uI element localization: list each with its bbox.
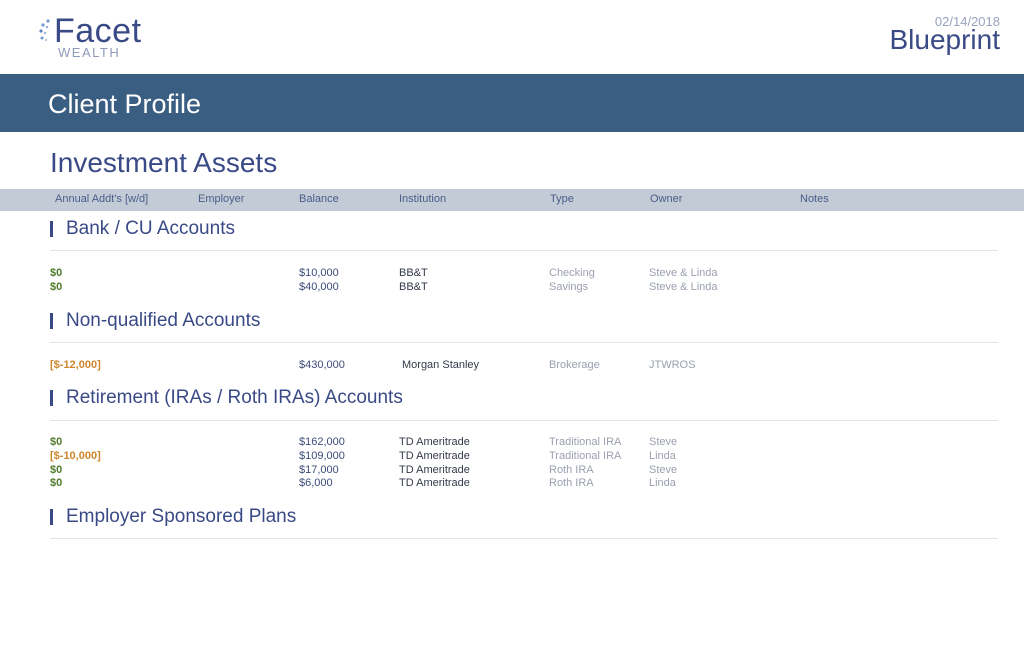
column-employer: Employer <box>198 193 245 205</box>
column-type: Type <box>550 193 574 205</box>
document-title: Blueprint <box>889 24 1000 55</box>
balance-value: $40,000 <box>299 281 339 293</box>
group-divider <box>50 538 998 539</box>
annual-addt-value: [$-12,000] <box>50 359 101 371</box>
column-owner: Owner <box>650 193 683 205</box>
owner-value: Steve & Linda <box>649 267 718 279</box>
group-divider <box>50 420 998 421</box>
type-value: Traditional IRA <box>549 450 622 462</box>
group-divider <box>50 342 998 343</box>
group-title: Non-qualified Accounts <box>66 310 261 331</box>
institution-value: TD Ameritrade <box>399 464 470 476</box>
balance-value: $17,000 <box>299 464 339 476</box>
owner-value: Steve <box>649 464 678 476</box>
section-title: Investment Assets <box>50 147 278 178</box>
table-row: [$-10,000] $109,000 TD Ameritrade Tradit… <box>0 450 1024 464</box>
annual-addt-value: [$-10,000] <box>50 450 101 462</box>
table-row: $0 $10,000 BB&T Checking Steve & Linda <box>0 267 1024 281</box>
institution-value: BB&T <box>399 267 428 279</box>
column-balance: Balance <box>299 193 339 205</box>
institution-value: BB&T <box>399 281 428 293</box>
type-value: Savings <box>549 281 589 293</box>
column-notes: Notes <box>800 193 829 205</box>
owner-value: Steve & Linda <box>649 281 718 293</box>
table-row: $0 $17,000 TD Ameritrade Roth IRA Steve <box>0 464 1024 478</box>
group-title: Employer Sponsored Plans <box>66 506 297 527</box>
group-marker <box>50 313 53 329</box>
annual-addt-value: $0 <box>50 267 63 279</box>
owner-value: Linda <box>649 477 676 489</box>
balance-value: $162,000 <box>299 436 345 448</box>
institution-value: TD Ameritrade <box>399 477 470 489</box>
owner-value: Linda <box>649 450 676 462</box>
institution-value: Morgan Stanley <box>402 359 480 371</box>
annual-addt-value: $0 <box>50 436 63 448</box>
table-row: $0 $6,000 TD Ameritrade Roth IRA Linda <box>0 477 1024 491</box>
group-marker <box>50 509 53 525</box>
client-profile-banner: Client Profile <box>0 74 1024 132</box>
annual-addt-value: $0 <box>50 281 63 293</box>
logo-subtitle: WEALTH <box>58 45 121 60</box>
owner-value: JTWROS <box>649 359 696 371</box>
type-value: Checking <box>549 267 595 279</box>
column-annual-addt: Annual Addt's [w/d] <box>55 193 149 205</box>
type-value: Traditional IRA <box>549 436 622 448</box>
balance-value: $430,000 <box>299 359 345 371</box>
group-title: Retirement (IRAs / Roth IRAs) Accounts <box>66 387 403 408</box>
column-institution: Institution <box>399 193 447 205</box>
table-row: $0 $162,000 TD Ameritrade Traditional IR… <box>0 436 1024 450</box>
balance-value: $10,000 <box>299 267 339 279</box>
column-header-bar: Annual Addt's [w/d] Employer Balance Ins… <box>0 189 1024 211</box>
type-value: Roth IRA <box>549 464 594 476</box>
group-title: Bank / CU Accounts <box>66 218 235 239</box>
group-divider <box>50 250 998 251</box>
type-value: Brokerage <box>549 359 600 371</box>
balance-value: $6,000 <box>299 477 333 489</box>
annual-addt-value: $0 <box>50 477 63 489</box>
annual-addt-value: $0 <box>50 464 63 476</box>
owner-value: Steve <box>649 436 678 448</box>
logo-dots-icon <box>39 19 50 42</box>
institution-value: TD Ameritrade <box>399 436 470 448</box>
table-row: $0 $40,000 BB&T Savings Steve & Linda <box>0 281 1024 295</box>
table-row: [$-12,000] $430,000 Morgan Stanley Broke… <box>0 359 1024 373</box>
balance-value: $109,000 <box>299 450 345 462</box>
group-marker <box>50 390 53 406</box>
type-value: Roth IRA <box>549 477 594 489</box>
group-marker <box>50 221 53 237</box>
banner-title: Client Profile <box>48 89 202 119</box>
logo-name: Facet <box>54 12 142 50</box>
institution-value: TD Ameritrade <box>399 450 470 462</box>
